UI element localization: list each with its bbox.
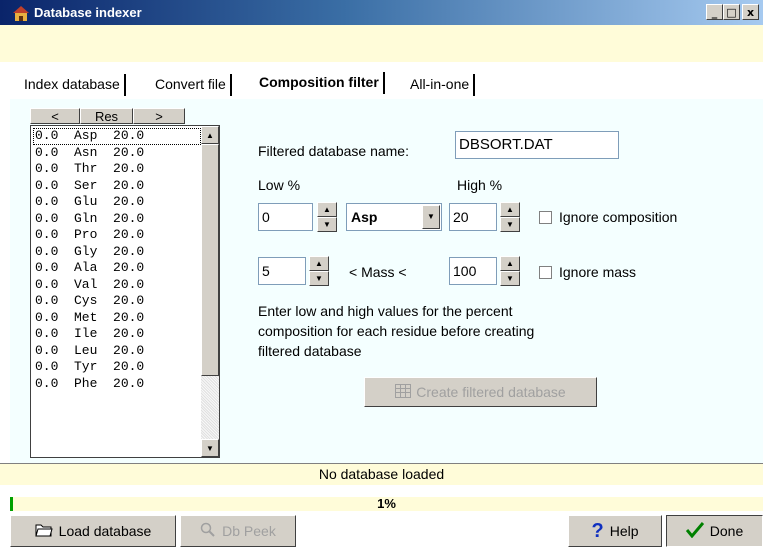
mass-low-input[interactable]: 5 [258, 257, 306, 285]
list-item[interactable]: 0.0 Gln 20.0 [33, 211, 201, 228]
high-percent-spinner[interactable]: ▲ ▼ [500, 202, 520, 232]
help-text-line1: Enter low and high values for the percen… [258, 303, 513, 319]
maximize-button[interactable]: □ [723, 4, 740, 20]
checkmark-icon [685, 521, 704, 541]
spin-down-icon[interactable]: ▼ [500, 217, 520, 232]
spin-up-icon[interactable]: ▲ [317, 202, 337, 217]
list-item[interactable]: 0.0 Asn 20.0 [33, 145, 201, 162]
spin-down-icon[interactable]: ▼ [317, 217, 337, 232]
spin-down-icon[interactable]: ▼ [500, 271, 520, 286]
list-item[interactable]: 0.0 Met 20.0 [33, 310, 201, 327]
mass-high-spinner[interactable]: ▲ ▼ [500, 256, 520, 286]
spin-up-icon[interactable]: ▲ [309, 256, 329, 271]
ignore-composition-label: Ignore composition [559, 209, 678, 225]
scroll-track[interactable] [201, 376, 219, 439]
list-item[interactable]: 0.0 Ser 20.0 [33, 178, 201, 195]
low-percent-input[interactable]: 0 [258, 203, 313, 231]
mass-low-spinner[interactable]: ▲ ▼ [309, 256, 329, 286]
help-button[interactable]: ? Help [568, 515, 662, 547]
done-label: Done [709, 523, 744, 539]
close-button[interactable]: x [742, 4, 759, 20]
tab-index-database[interactable]: Index database [20, 74, 126, 96]
scroll-up-icon[interactable]: ▲ [201, 126, 219, 144]
db-peek-label: Db Peek [222, 523, 276, 539]
mass-range-label: < Mass < [349, 264, 407, 280]
list-next-button[interactable]: > [133, 108, 185, 124]
folder-icon [35, 523, 53, 540]
list-res-header[interactable]: Res [80, 108, 133, 124]
low-percent-spinner[interactable]: ▲ ▼ [317, 202, 337, 232]
tab-convert-file[interactable]: Convert file [151, 74, 232, 96]
list-item[interactable]: 0.0 Cys 20.0 [33, 293, 201, 310]
residue-listbox[interactable]: 0.0 Asp 20.0 0.0 Asn 20.0 0.0 Thr 20.0 0… [30, 125, 220, 458]
list-item[interactable]: 0.0 Tyr 20.0 [33, 359, 201, 376]
window-title: Database indexer [34, 5, 142, 20]
help-text-line3: filtered database [258, 343, 362, 359]
create-filtered-database-button[interactable]: Create filtered database [364, 377, 597, 407]
question-icon: ? [591, 520, 604, 542]
progress-bar: 1% [10, 497, 763, 511]
progress-label: 1% [377, 496, 396, 511]
filtered-name-label: Filtered database name: [258, 143, 409, 159]
load-database-label: Load database [58, 523, 152, 539]
db-peek-button[interactable]: Db Peek [180, 515, 296, 547]
list-scrollbar[interactable]: ▲ ▼ [201, 126, 219, 457]
list-item[interactable]: 0.0 Val 20.0 [33, 277, 201, 294]
chevron-down-icon[interactable]: ▼ [422, 205, 440, 229]
residue-select[interactable]: Asp ▼ [346, 203, 442, 231]
list-item[interactable]: 0.0 Asp 20.0 [33, 128, 201, 145]
list-item[interactable]: 0.0 Phe 20.0 [33, 376, 201, 393]
list-prev-button[interactable]: < [30, 108, 80, 124]
minimize-button[interactable]: _ [706, 4, 723, 20]
list-item[interactable]: 0.0 Leu 20.0 [33, 343, 201, 360]
app-icon [12, 4, 30, 22]
spin-down-icon[interactable]: ▼ [309, 271, 329, 286]
scroll-thumb[interactable] [201, 144, 219, 376]
bottom-toolbar: Load database Db Peek ? Help Done [0, 511, 763, 548]
list-item[interactable]: 0.0 Thr 20.0 [33, 161, 201, 178]
high-percent-label: High % [457, 177, 503, 193]
load-database-button[interactable]: Load database [10, 515, 176, 547]
list-item[interactable]: 0.0 Gly 20.0 [33, 244, 201, 261]
spin-up-icon[interactable]: ▲ [500, 202, 520, 217]
title-bar: Database indexer _ □ x [0, 0, 763, 25]
list-header: < Res > [30, 108, 185, 124]
filtered-name-input[interactable]: DBSORT.DAT [455, 131, 619, 159]
list-item[interactable]: 0.0 Ile 20.0 [33, 326, 201, 343]
help-label: Help [609, 523, 639, 539]
tab-all-in-one[interactable]: All-in-one [406, 74, 476, 96]
list-item[interactable]: 0.0 Pro 20.0 [33, 227, 201, 244]
done-button[interactable]: Done [666, 515, 763, 547]
list-item[interactable]: 0.0 Ala 20.0 [33, 260, 201, 277]
mass-high-input[interactable]: 100 [449, 257, 497, 285]
ignore-mass-label: Ignore mass [559, 264, 637, 280]
high-percent-input[interactable]: 20 [449, 203, 497, 231]
scroll-down-icon[interactable]: ▼ [201, 439, 219, 457]
tab-strip: Index database Convert file Composition … [0, 62, 763, 98]
tab-composition-filter[interactable]: Composition filter [255, 72, 385, 94]
status-bar: No database loaded [0, 463, 763, 485]
magnifier-icon [200, 522, 216, 541]
spin-up-icon[interactable]: ▲ [500, 256, 520, 271]
ignore-composition-checkbox[interactable] [539, 211, 552, 224]
toolbar-area [0, 25, 763, 62]
ignore-mass-checkbox[interactable] [539, 266, 552, 279]
table-icon [395, 383, 412, 401]
low-percent-label: Low % [258, 177, 301, 193]
list-item[interactable]: 0.0 Glu 20.0 [33, 194, 201, 211]
residue-select-value: Asp [351, 209, 378, 225]
create-filtered-database-label: Create filtered database [416, 384, 566, 400]
help-text-line2: composition for each residue before crea… [258, 323, 535, 339]
